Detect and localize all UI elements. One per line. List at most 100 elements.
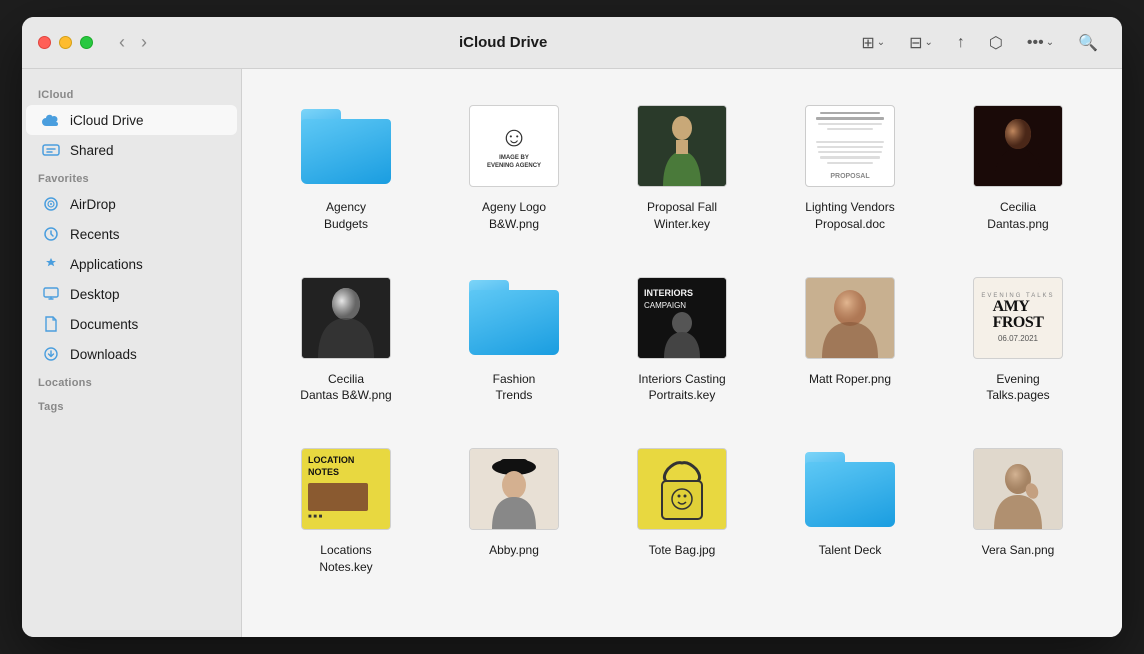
more-chevron-icon: ⌄ (1046, 37, 1054, 48)
sidebar-item-desktop[interactable]: Desktop (26, 279, 237, 309)
search-button[interactable]: 🔍 (1070, 29, 1106, 57)
image-thumb: INTERIORS CAMPAIGN (637, 277, 727, 359)
file-item-fashion-trends[interactable]: FashionTrends (438, 265, 590, 413)
more-icon: ••• (1027, 34, 1044, 52)
sidebar-item-shared[interactable]: Shared (26, 135, 237, 165)
location-notes-image (308, 483, 368, 511)
file-label: AgencyBudgets (324, 199, 368, 233)
forward-button[interactable]: › (135, 30, 153, 55)
file-label: Abby.png (489, 542, 539, 559)
file-thumb (795, 444, 905, 534)
traffic-lights (38, 36, 93, 49)
doc-line (817, 146, 884, 148)
sidebar-section-favorites-label: Favorites (22, 165, 241, 189)
search-icon: 🔍 (1078, 33, 1098, 53)
back-button[interactable]: ‹ (113, 30, 131, 55)
file-item-lighting-vendors[interactable]: PROPOSAL Lighting VendorsProposal.doc (774, 93, 926, 241)
file-item-cecilia-dantas[interactable]: CeciliaDantas.png (942, 93, 1094, 241)
folder-icon (301, 109, 391, 184)
file-label: Tote Bag.jpg (649, 542, 716, 559)
file-thumb: ☺ IMAGE BYEVENING AGENCY (459, 101, 569, 191)
sidebar-item-label: Applications (70, 257, 143, 272)
folder-body (805, 462, 895, 527)
smiley-icon: ☺ (500, 121, 529, 153)
file-item-evening-talks[interactable]: EVENING TALKS AMYFROST 06.07.2021 Evenin… (942, 265, 1094, 413)
file-item-proposal-fw[interactable]: Proposal FallWinter.key (606, 93, 758, 241)
file-label: EveningTalks.pages (986, 371, 1049, 405)
svg-text:CAMPAIGN: CAMPAIGN (644, 301, 686, 310)
file-label: Matt Roper.png (809, 371, 891, 388)
file-thumb (963, 444, 1073, 534)
sidebar-item-documents[interactable]: Documents (26, 309, 237, 339)
doc-line (820, 156, 881, 158)
view-columns-button[interactable]: ⊟ ⌄ (901, 29, 941, 57)
folder-body (469, 290, 559, 355)
image-thumb (973, 105, 1063, 187)
evening-talks-date: 06.07.2021 (998, 334, 1038, 343)
recents-icon (42, 225, 60, 243)
nav-buttons: ‹ › (113, 30, 153, 55)
more-button[interactable]: ••• ⌄ (1019, 30, 1062, 56)
file-thumb: LOCATIONNOTES ■ ■ ■ (291, 444, 401, 534)
folder-icon (805, 452, 895, 527)
file-thumb (459, 444, 569, 534)
file-thumb (459, 273, 569, 363)
share-button[interactable]: ↑ (949, 30, 973, 56)
columns-toggle-icon: ⌄ (925, 37, 933, 48)
doc-line (816, 117, 884, 119)
file-item-vera-san[interactable]: Vera San.png (942, 436, 1094, 584)
file-item-matt-roper[interactable]: Matt Roper.png (774, 265, 926, 413)
toolbar-actions: ⊞ ⌄ ⊟ ⌄ ↑ ⬡ ••• ⌄ 🔍 (853, 29, 1106, 57)
location-notes-title: LOCATIONNOTES (308, 455, 354, 478)
window-title: iCloud Drive (165, 34, 841, 51)
location-notes-text: ■ ■ ■ (308, 514, 322, 520)
sidebar-item-applications[interactable]: Applications (26, 249, 237, 279)
sidebar-item-label: Recents (70, 227, 120, 242)
file-thumb (291, 273, 401, 363)
file-thumb: EVENING TALKS AMYFROST 06.07.2021 (963, 273, 1073, 363)
file-item-talent-deck[interactable]: Talent Deck (774, 436, 926, 584)
view-grid-button[interactable]: ⊞ ⌄ (853, 29, 893, 57)
file-thumb (963, 101, 1073, 191)
file-item-interiors[interactable]: INTERIORS CAMPAIGN Interiors CastingPort… (606, 265, 758, 413)
share-icon: ↑ (957, 34, 965, 52)
finder-window: ‹ › iCloud Drive ⊞ ⌄ ⊟ ⌄ ↑ ⬡ ••• ⌄ (22, 17, 1122, 637)
columns-icon: ⊟ (909, 33, 922, 53)
sidebar-item-recents[interactable]: Recents (26, 219, 237, 249)
grid-icon: ⊞ (861, 33, 874, 53)
minimize-button[interactable] (59, 36, 72, 49)
image-thumb (301, 277, 391, 359)
doc-line (827, 128, 873, 130)
tag-icon: ⬡ (989, 33, 1003, 53)
file-item-tote-bag[interactable]: Tote Bag.jpg (606, 436, 758, 584)
file-item-cecilia-bw[interactable]: CeciliaDantas B&W.png (270, 265, 422, 413)
icloud-drive-icon (42, 111, 60, 129)
sidebar-item-icloud-drive[interactable]: iCloud Drive (26, 105, 237, 135)
file-item-agency-budgets[interactable]: AgencyBudgets (270, 93, 422, 241)
file-thumb (627, 101, 737, 191)
main-layout: iCloud iCloud Drive Shared Favorites Air… (22, 69, 1122, 637)
file-label: CeciliaDantas.png (987, 199, 1048, 233)
fullscreen-button[interactable] (80, 36, 93, 49)
sidebar-item-downloads[interactable]: Downloads (26, 339, 237, 369)
documents-icon (42, 315, 60, 333)
file-thumb: INTERIORS CAMPAIGN (627, 273, 737, 363)
file-item-location-notes[interactable]: LOCATIONNOTES ■ ■ ■ LocationsNotes.key (270, 436, 422, 584)
image-thumb (469, 448, 559, 530)
folder-body (301, 119, 391, 184)
file-item-abby[interactable]: Abby.png (438, 436, 590, 584)
file-thumb: PROPOSAL (795, 101, 905, 191)
file-label: Ageny LogoB&W.png (482, 199, 546, 233)
doc-line (818, 123, 883, 125)
tag-button[interactable]: ⬡ (981, 29, 1011, 57)
doc-line (816, 141, 884, 143)
svg-text:INTERIORS: INTERIORS (644, 288, 693, 298)
proposal-label: PROPOSAL (830, 173, 869, 180)
image-thumb (637, 448, 727, 530)
file-thumb (291, 101, 401, 191)
close-button[interactable] (38, 36, 51, 49)
file-item-agency-logo[interactable]: ☺ IMAGE BYEVENING AGENCY Ageny LogoB&W.p… (438, 93, 590, 241)
sidebar-item-airdrop[interactable]: AirDrop (26, 189, 237, 219)
doc-line (827, 162, 873, 164)
shared-icon (42, 141, 60, 159)
